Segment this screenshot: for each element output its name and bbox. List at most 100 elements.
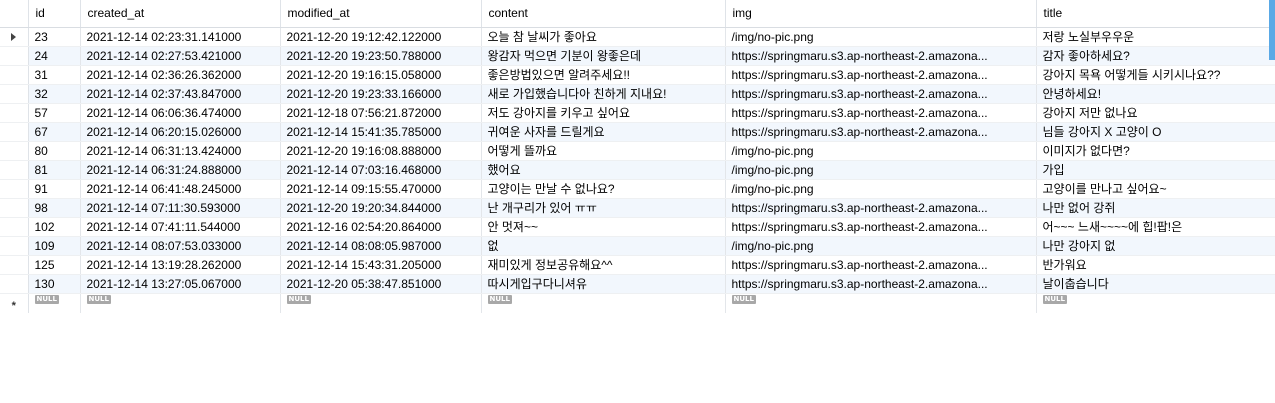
column-header-id[interactable]: id xyxy=(28,0,81,28)
row-header[interactable] xyxy=(0,160,29,180)
cell-id[interactable]: 31 xyxy=(28,65,81,85)
table-row[interactable]: 81 2021-12-14 06:31:24.888000 2021-12-14 0… xyxy=(0,160,1275,180)
cell-modified-at[interactable]: 2021-12-20 05:38:47.851000 xyxy=(280,274,482,294)
cell-id[interactable]: 125 xyxy=(28,255,81,275)
cell-content[interactable]: 재미있게 정보공유해요^^ xyxy=(481,255,726,275)
cell-created-at[interactable]: 2021-12-14 02:37:43.847000 xyxy=(80,84,281,104)
cell-content[interactable]: 고양이는 만날 수 없나요? xyxy=(481,179,726,199)
cell-modified-at[interactable]: 2021-12-14 15:43:31.205000 xyxy=(280,255,482,275)
row-header[interactable] xyxy=(0,217,29,237)
cell-img[interactable]: /img/no-pic.png xyxy=(725,160,1037,180)
row-header[interactable] xyxy=(0,198,29,218)
table-row[interactable]: 130 2021-12-14 13:27:05.067000 2021-12-20 … xyxy=(0,274,1275,294)
cell-content[interactable]: 오늘 참 날씨가 좋아요 xyxy=(481,27,726,47)
cell-modified-at[interactable]: 2021-12-14 09:15:55.470000 xyxy=(280,179,482,199)
cell-content[interactable]: 안 멋져~~ xyxy=(481,217,726,237)
column-header-content[interactable]: content xyxy=(481,0,726,28)
table-row[interactable]: 57 2021-12-14 06:06:36.474000 2021-12-18 0… xyxy=(0,103,1275,123)
cell-id[interactable]: 81 xyxy=(28,160,81,180)
new-cell-title[interactable]: NULL xyxy=(1036,293,1275,313)
cell-title[interactable]: 나만 강아지 없 xyxy=(1036,236,1275,256)
cell-title[interactable]: 강아지 목욕 어떻게들 시키시나요?? xyxy=(1036,65,1275,85)
new-cell-content[interactable]: NULL xyxy=(481,293,726,313)
cell-modified-at[interactable]: 2021-12-20 19:20:34.844000 xyxy=(280,198,482,218)
cell-created-at[interactable]: 2021-12-14 07:41:11.544000 xyxy=(80,217,281,237)
cell-content[interactable]: 없 xyxy=(481,236,726,256)
cell-img[interactable]: https://springmaru.s3.ap-northeast-2.ama… xyxy=(725,103,1037,123)
cell-img[interactable]: https://springmaru.s3.ap-northeast-2.ama… xyxy=(725,198,1037,218)
row-header-corner[interactable] xyxy=(0,0,29,28)
row-header[interactable] xyxy=(0,65,29,85)
cell-title[interactable]: 강아지 저만 없나요 xyxy=(1036,103,1275,123)
table-row[interactable]: 98 2021-12-14 07:11:30.593000 2021-12-20 1… xyxy=(0,198,1275,218)
cell-id[interactable]: 102 xyxy=(28,217,81,237)
row-header[interactable] xyxy=(0,236,29,256)
cell-created-at[interactable]: 2021-12-14 08:07:53.033000 xyxy=(80,236,281,256)
column-header-img[interactable]: img xyxy=(725,0,1037,28)
cell-modified-at[interactable]: 2021-12-14 07:03:16.468000 xyxy=(280,160,482,180)
column-header-created-at[interactable]: created_at xyxy=(80,0,281,28)
cell-id[interactable]: 24 xyxy=(28,46,81,66)
row-header[interactable] xyxy=(0,141,29,161)
cell-img[interactable]: /img/no-pic.png xyxy=(725,179,1037,199)
cell-title[interactable]: 감자 좋아하세요? xyxy=(1036,46,1275,66)
column-header-modified-at[interactable]: modified_at xyxy=(280,0,482,28)
cell-content[interactable]: 귀여운 사자를 드릴게요 xyxy=(481,122,726,142)
vertical-scrollbar-thumb[interactable] xyxy=(1269,0,1275,60)
cell-title[interactable]: 님들 강아지 X 고양이 O xyxy=(1036,122,1275,142)
cell-content[interactable]: 왕감자 먹으면 기분이 왕좋은데 xyxy=(481,46,726,66)
new-cell-img[interactable]: NULL xyxy=(725,293,1037,313)
cell-id[interactable]: 130 xyxy=(28,274,81,294)
cell-id[interactable]: 67 xyxy=(28,122,81,142)
cell-modified-at[interactable]: 2021-12-20 19:16:08.888000 xyxy=(280,141,482,161)
cell-modified-at[interactable]: 2021-12-20 19:12:42.122000 xyxy=(280,27,482,47)
cell-id[interactable]: 32 xyxy=(28,84,81,104)
table-row[interactable]: 91 2021-12-14 06:41:48.245000 2021-12-14 0… xyxy=(0,179,1275,199)
table-row[interactable]: 24 2021-12-14 02:27:53.421000 2021-12-20 1… xyxy=(0,46,1275,66)
cell-modified-at[interactable]: 2021-12-14 15:41:35.785000 xyxy=(280,122,482,142)
cell-created-at[interactable]: 2021-12-14 06:20:15.026000 xyxy=(80,122,281,142)
cell-img[interactable]: /img/no-pic.png xyxy=(725,236,1037,256)
cell-content[interactable]: 난 개구리가 있어 ㅠㅠ xyxy=(481,198,726,218)
new-cell-modified-at[interactable]: NULL xyxy=(280,293,482,313)
cell-title[interactable]: 어~~~ 느새~~~~에 힙!팝!은 xyxy=(1036,217,1275,237)
cell-img[interactable]: https://springmaru.s3.ap-northeast-2.ama… xyxy=(725,84,1037,104)
cell-img[interactable]: /img/no-pic.png xyxy=(725,141,1037,161)
table-row[interactable]: 109 2021-12-14 08:07:53.033000 2021-12-14 … xyxy=(0,236,1275,256)
table-row[interactable]: 102 2021-12-14 07:41:11.544000 2021-12-16 … xyxy=(0,217,1275,237)
cell-title[interactable]: 고양이를 만나고 싶어요~ xyxy=(1036,179,1275,199)
cell-modified-at[interactable]: 2021-12-20 19:23:50.788000 xyxy=(280,46,482,66)
cell-id[interactable]: 98 xyxy=(28,198,81,218)
cell-id[interactable]: 23 xyxy=(28,27,81,47)
cell-img[interactable]: https://springmaru.s3.ap-northeast-2.ama… xyxy=(725,122,1037,142)
cell-title[interactable]: 날이춥습니다 xyxy=(1036,274,1275,294)
cell-content[interactable]: 따시게입구다니셔유 xyxy=(481,274,726,294)
cell-title[interactable]: 안녕하세요! xyxy=(1036,84,1275,104)
cell-img[interactable]: https://springmaru.s3.ap-northeast-2.ama… xyxy=(725,46,1037,66)
result-grid[interactable]: id created_at modified_at content img ti… xyxy=(0,0,1275,403)
cell-content[interactable]: 좋은방법있으면 알려주세요!! xyxy=(481,65,726,85)
cell-content[interactable]: 새로 가입했습니다아 친하게 지내요! xyxy=(481,84,726,104)
cell-content[interactable]: 했어요 xyxy=(481,160,726,180)
cell-created-at[interactable]: 2021-12-14 06:06:36.474000 xyxy=(80,103,281,123)
row-header[interactable] xyxy=(0,122,29,142)
table-row[interactable]: 67 2021-12-14 06:20:15.026000 2021-12-14 1… xyxy=(0,122,1275,142)
cell-created-at[interactable]: 2021-12-14 02:27:53.421000 xyxy=(80,46,281,66)
cell-modified-at[interactable]: 2021-12-14 08:08:05.987000 xyxy=(280,236,482,256)
cell-img[interactable]: https://springmaru.s3.ap-northeast-2.ama… xyxy=(725,255,1037,275)
cell-content[interactable]: 어떻게 뜰까요 xyxy=(481,141,726,161)
cell-created-at[interactable]: 2021-12-14 13:19:28.262000 xyxy=(80,255,281,275)
row-header[interactable] xyxy=(0,84,29,104)
cell-created-at[interactable]: 2021-12-14 06:41:48.245000 xyxy=(80,179,281,199)
new-row-marker[interactable]: * xyxy=(0,293,29,313)
table-row[interactable]: 31 2021-12-14 02:36:26.362000 2021-12-20 1… xyxy=(0,65,1275,85)
cell-created-at[interactable]: 2021-12-14 02:36:26.362000 xyxy=(80,65,281,85)
cell-title[interactable]: 가입 xyxy=(1036,160,1275,180)
cell-created-at[interactable]: 2021-12-14 02:23:31.141000 xyxy=(80,27,281,47)
cell-created-at[interactable]: 2021-12-14 13:27:05.067000 xyxy=(80,274,281,294)
cell-created-at[interactable]: 2021-12-14 06:31:24.888000 xyxy=(80,160,281,180)
row-header[interactable] xyxy=(0,27,29,47)
row-header[interactable] xyxy=(0,274,29,294)
cell-title[interactable]: 이미지가 없다면? xyxy=(1036,141,1275,161)
cell-modified-at[interactable]: 2021-12-16 02:54:20.864000 xyxy=(280,217,482,237)
